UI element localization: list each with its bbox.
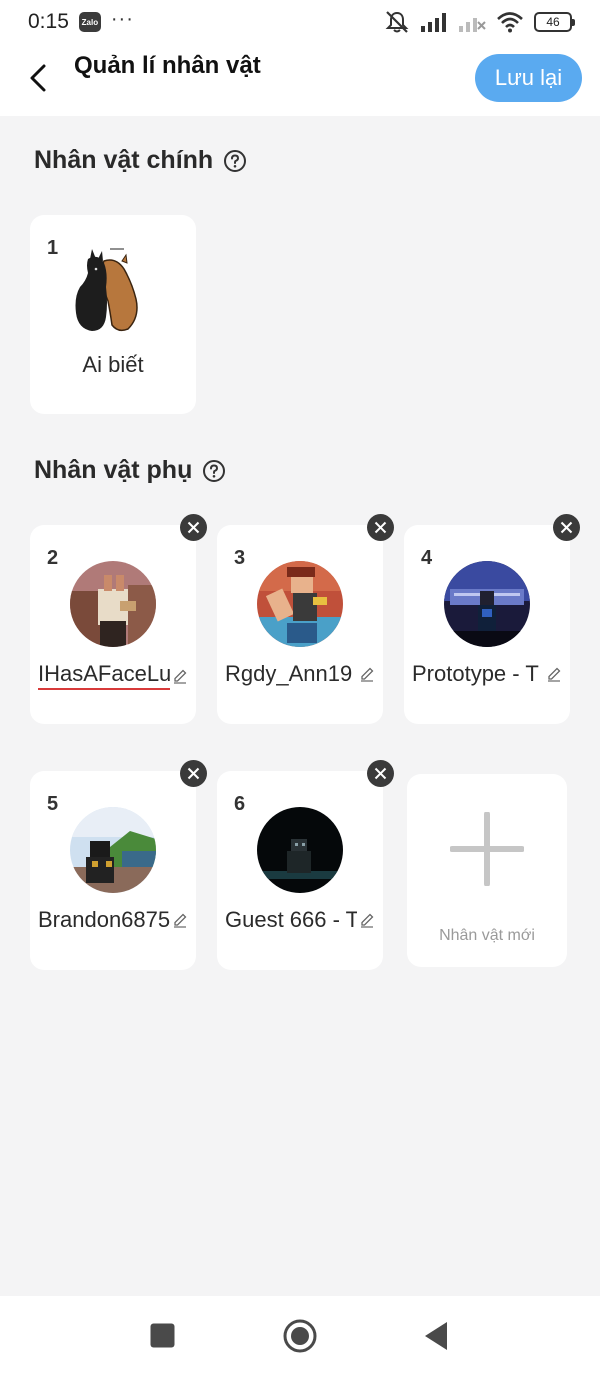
roblox-avatar <box>444 561 530 647</box>
main-character-name: Ai biết <box>82 352 144 377</box>
side-character-card[interactable]: 3 Rgdy_Ann19 <box>217 525 383 724</box>
main-character-card[interactable]: 1 Ai biết <box>30 215 196 414</box>
side-character-card[interactable]: 4 Prototype - T <box>404 525 570 724</box>
card-name-row[interactable]: Prototype - T <box>412 661 562 687</box>
save-button[interactable]: Lưu lại <box>475 54 582 102</box>
character-name: Rgdy_Ann19 <box>225 661 353 686</box>
add-character-button[interactable]: Nhân vật mới <box>407 774 567 967</box>
pencil-icon[interactable] <box>172 912 188 928</box>
pencil-icon[interactable] <box>172 668 188 684</box>
status-bar: 0:15 Zalo ··· 46 <box>0 0 600 44</box>
remove-button[interactable] <box>180 760 207 787</box>
pencil-icon[interactable] <box>359 666 375 682</box>
card-name-row[interactable]: Rgdy_Ann19 <box>225 661 375 687</box>
close-icon <box>187 521 200 534</box>
character-name: IHasAFaceLu <box>38 661 170 690</box>
card-index: 6 <box>234 793 246 815</box>
header: Quản lí nhân vật Lưu lại <box>0 44 600 116</box>
help-icon[interactable] <box>202 459 226 483</box>
add-character-label: Nhân vật mới <box>439 927 535 944</box>
system-nav-bar <box>0 1296 600 1375</box>
roblox-avatar <box>70 561 156 647</box>
battery-icon: 46 <box>534 12 575 32</box>
main-character-title: Nhân vật chính <box>34 146 214 174</box>
card-name-row[interactable]: Brandon6875 <box>38 907 188 933</box>
home-icon[interactable] <box>283 1319 317 1353</box>
plus-icon <box>450 812 524 886</box>
status-left: 0:15 Zalo ··· <box>28 7 134 34</box>
card-index: 4 <box>421 547 433 569</box>
back-button[interactable] <box>22 58 54 98</box>
character-name: Prototype - T <box>412 661 539 686</box>
more-notifications-icon: ··· <box>110 7 134 30</box>
signal-icon <box>421 13 446 32</box>
remove-button[interactable] <box>367 760 394 787</box>
mute-icon <box>385 11 409 33</box>
status-time: 0:15 <box>28 10 69 33</box>
back-nav-icon[interactable] <box>424 1321 448 1351</box>
side-character-card[interactable]: 5 Brandon6875 <box>30 771 196 970</box>
remove-button[interactable] <box>367 514 394 541</box>
page-title: Quản lí nhân vật <box>74 52 261 79</box>
card-index: 5 <box>47 793 59 815</box>
card-index: 3 <box>234 547 246 569</box>
two-horses-avatar <box>75 248 138 332</box>
chevron-left-icon <box>30 64 46 92</box>
remove-button[interactable] <box>180 514 207 541</box>
character-name: Brandon6875 <box>38 907 170 932</box>
main-character-heading: Nhân vật chính <box>34 146 247 175</box>
pencil-icon[interactable] <box>359 912 375 928</box>
roblox-avatar <box>257 807 343 893</box>
remove-button[interactable] <box>553 514 580 541</box>
close-icon <box>374 521 387 534</box>
close-icon <box>187 767 200 780</box>
character-name: Guest 666 - T <box>225 907 357 932</box>
card-name-row[interactable]: IHasAFaceLu <box>38 661 188 690</box>
side-character-heading: Nhân vật phụ <box>34 456 226 485</box>
status-right: 46 <box>384 10 575 34</box>
roblox-avatar <box>257 561 343 647</box>
side-character-card[interactable]: 6 Guest 666 - T <box>217 771 383 970</box>
side-character-title: Nhân vật phụ <box>34 456 193 484</box>
zalo-notification-icon: Zalo <box>78 12 101 32</box>
help-icon[interactable] <box>223 149 247 173</box>
card-index: 1 <box>47 237 59 259</box>
wifi-icon <box>497 12 523 33</box>
close-icon <box>560 521 573 534</box>
card-index: 2 <box>47 547 59 569</box>
recent-apps-icon[interactable] <box>150 1323 175 1348</box>
card-name-row[interactable]: Guest 666 - T <box>225 907 375 933</box>
close-icon <box>374 767 387 780</box>
roblox-avatar <box>70 807 156 893</box>
signal-weak-icon <box>459 18 486 32</box>
pencil-icon[interactable] <box>546 666 562 682</box>
side-character-card[interactable]: 2 IHasAFaceLu <box>30 525 196 724</box>
